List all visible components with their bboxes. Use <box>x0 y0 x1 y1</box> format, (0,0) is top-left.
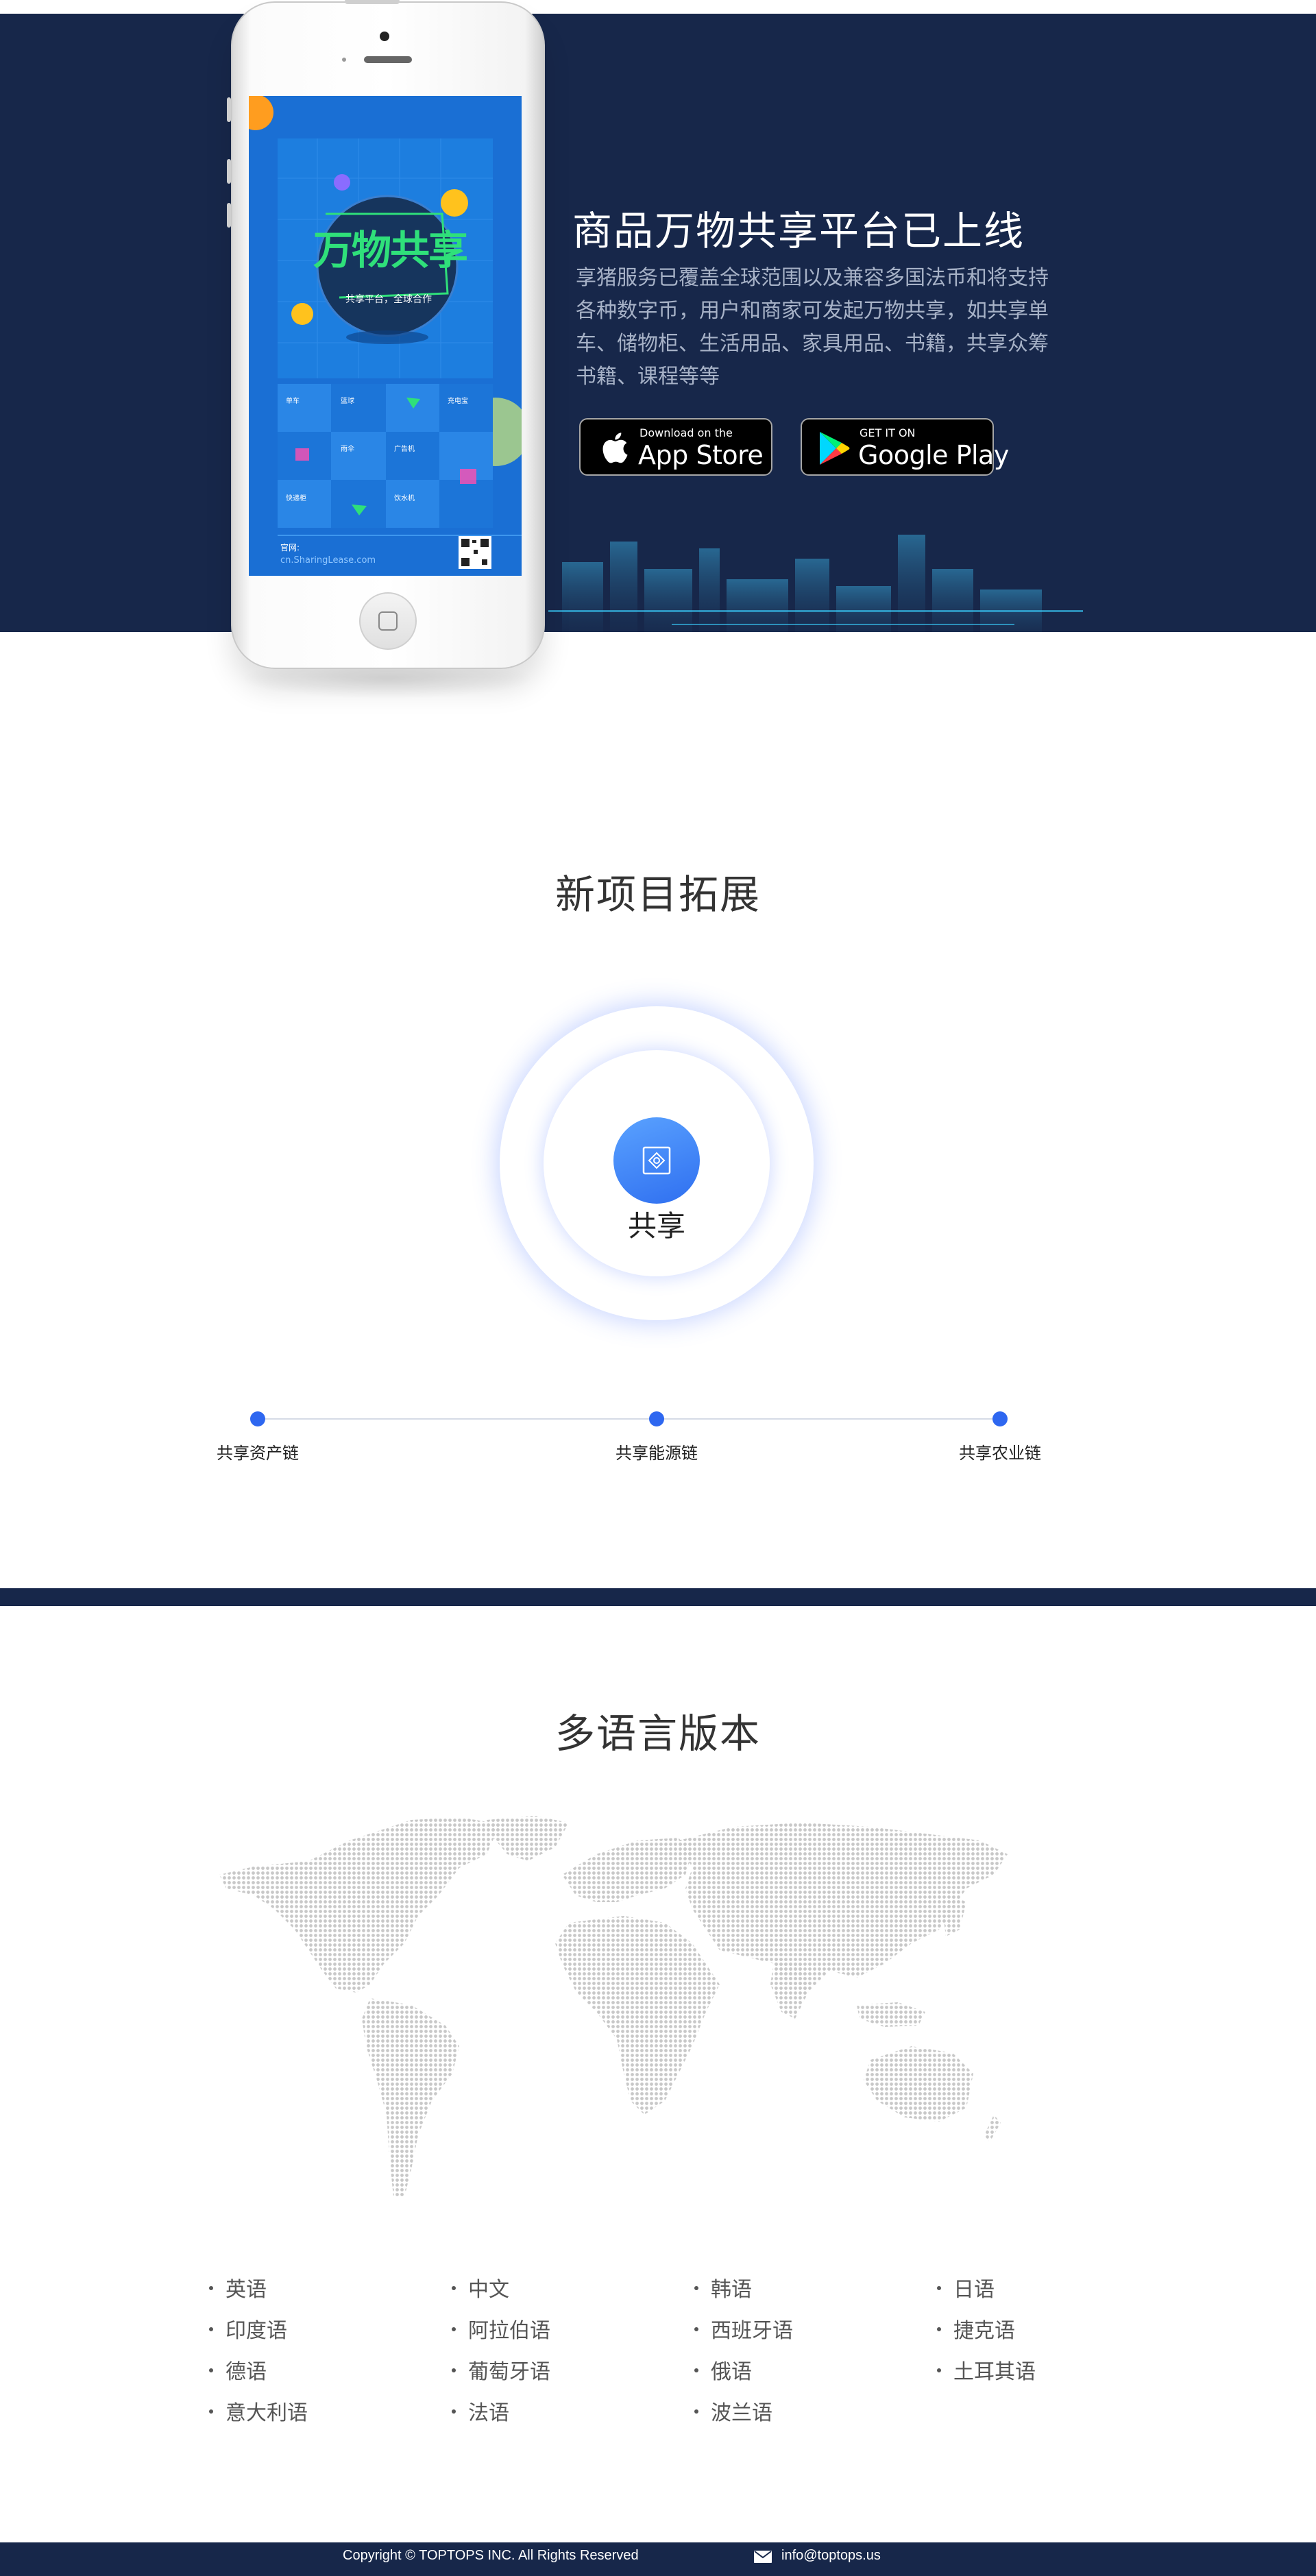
language-item: 意大利语 <box>209 2396 308 2426</box>
hero-description: 享猪服务已覆盖全球范围以及兼容多国法币和将支持各种数字币，用户和商家可发起万物共… <box>576 266 1049 389</box>
phone-speaker <box>364 56 412 63</box>
app-store-button[interactable]: Download on the App Store <box>579 418 772 476</box>
bullet-icon <box>694 2285 698 2290</box>
tile-label: 饮水机 <box>394 495 415 502</box>
bullet-icon <box>209 2285 213 2290</box>
tile-label: 篮球 <box>341 398 354 405</box>
expansion-title: 新项目拓展 <box>555 871 761 918</box>
phone-sensor <box>342 58 346 62</box>
language-label: 日语 <box>953 2278 995 2302</box>
footer-email-link[interactable]: info@toptops.us <box>781 2548 881 2564</box>
language-item: 中文 <box>452 2272 509 2302</box>
bullet-icon <box>694 2409 698 2414</box>
bullet-icon <box>452 2326 456 2331</box>
screen-artwork <box>249 96 522 569</box>
language-label: 印度语 <box>226 2319 287 2343</box>
timeline-dot-agriculture[interactable] <box>992 1411 1008 1426</box>
timeline-line <box>257 1418 999 1420</box>
bullet-icon <box>209 2326 213 2331</box>
footer-copyright: Copyright © TOPTOPS INC. All Rights Rese… <box>343 2548 639 2563</box>
bullet-icon <box>937 2368 941 2372</box>
mail-icon <box>754 2551 772 2563</box>
share-core-label: 共享 <box>627 1209 685 1243</box>
bullet-icon <box>452 2368 456 2372</box>
phone-home-button <box>359 592 417 650</box>
apple-icon <box>602 433 628 463</box>
language-label: 德语 <box>226 2360 267 2384</box>
section-divider <box>0 1588 1316 1606</box>
milestone-energy-chain: 共享能源链 <box>616 1444 698 1463</box>
phone-screen: 万物共享 共享平台，全球合作 单车 篮球 充电宝 雨伞 广告机 快递柜 饮水机 … <box>249 96 522 576</box>
language-item: 法语 <box>452 2396 509 2426</box>
phone-volume-up <box>227 159 231 184</box>
language-item: 英语 <box>209 2272 267 2302</box>
language-item: 阿拉伯语 <box>452 2313 550 2344</box>
language-label: 中文 <box>468 2278 509 2302</box>
bullet-icon <box>452 2285 456 2290</box>
language-label: 俄语 <box>711 2360 752 2384</box>
google-play-button[interactable]: GET IT ON Google Play <box>801 418 1009 476</box>
language-label: 阿拉伯语 <box>468 2319 550 2343</box>
language-label: 葡萄牙语 <box>468 2360 550 2384</box>
language-label: 英语 <box>226 2278 267 2302</box>
languages-title: 多语言版本 <box>555 1710 761 1757</box>
screen-site-label: 官网: <box>280 543 300 552</box>
phone-power-button <box>345 0 400 4</box>
footer-bar <box>0 2542 1316 2576</box>
language-item: 日语 <box>937 2272 995 2302</box>
language-item: 德语 <box>209 2355 267 2385</box>
hero-title: 商品万物共享平台已上线 <box>572 208 1025 254</box>
phone-camera <box>380 32 389 41</box>
city-skyline-graphic <box>548 535 1083 632</box>
bullet-icon <box>694 2368 698 2372</box>
google-play-icon <box>820 432 850 465</box>
share-core-icon <box>642 1146 671 1175</box>
milestone-asset-chain: 共享资产链 <box>217 1444 299 1463</box>
language-label: 西班牙语 <box>711 2319 793 2343</box>
bullet-icon <box>209 2368 213 2372</box>
tile-label: 充电宝 <box>448 398 468 405</box>
screen-site-url: cn.SharingLease.com <box>280 555 376 566</box>
world-map <box>219 1816 1008 2197</box>
language-item: 西班牙语 <box>694 2313 793 2344</box>
app-store-big-text: App Store <box>638 440 764 470</box>
screen-tagline: 共享平台，全球合作 <box>345 294 432 305</box>
language-label: 韩语 <box>711 2278 752 2302</box>
phone-side-button <box>227 97 231 122</box>
phone-volume-down <box>227 203 231 228</box>
bullet-icon <box>209 2409 213 2414</box>
milestone-agriculture-chain: 共享农业链 <box>959 1444 1041 1463</box>
screen-headline: 万物共享 <box>313 227 468 274</box>
bullet-icon <box>937 2285 941 2290</box>
language-item: 俄语 <box>694 2355 752 2385</box>
timeline-dot-energy[interactable] <box>649 1411 664 1426</box>
language-item: 土耳其语 <box>937 2355 1036 2385</box>
tile-label: 单车 <box>286 398 300 405</box>
language-label: 捷克语 <box>953 2319 1015 2343</box>
google-play-small-text: GET IT ON <box>860 426 916 439</box>
hero-banner: 商品万物共享平台已上线 享猪服务已覆盖全球范围以及兼容多国法币和将支持各种数字币… <box>0 14 1316 632</box>
language-label: 法语 <box>468 2401 509 2425</box>
bullet-icon <box>937 2326 941 2331</box>
home-square-icon <box>378 611 398 631</box>
language-label: 土耳其语 <box>953 2360 1036 2384</box>
language-item: 葡萄牙语 <box>452 2355 550 2385</box>
share-core-button[interactable] <box>613 1117 700 1204</box>
language-label: 意大利语 <box>226 2401 308 2425</box>
app-store-small-text: Download on the <box>639 426 733 439</box>
bullet-icon <box>694 2326 698 2331</box>
language-item: 印度语 <box>209 2313 287 2344</box>
tile-label: 雨伞 <box>341 446 354 453</box>
tile-label: 快递柜 <box>286 495 306 502</box>
tile-label: 广告机 <box>394 446 415 453</box>
timeline-dot-asset[interactable] <box>250 1411 265 1426</box>
language-item: 波兰语 <box>694 2396 772 2426</box>
bullet-icon <box>452 2409 456 2414</box>
language-item: 韩语 <box>694 2272 752 2302</box>
language-item: 捷克语 <box>937 2313 1015 2344</box>
language-label: 波兰语 <box>711 2401 772 2425</box>
google-play-big-text: Google Play <box>858 440 1009 470</box>
